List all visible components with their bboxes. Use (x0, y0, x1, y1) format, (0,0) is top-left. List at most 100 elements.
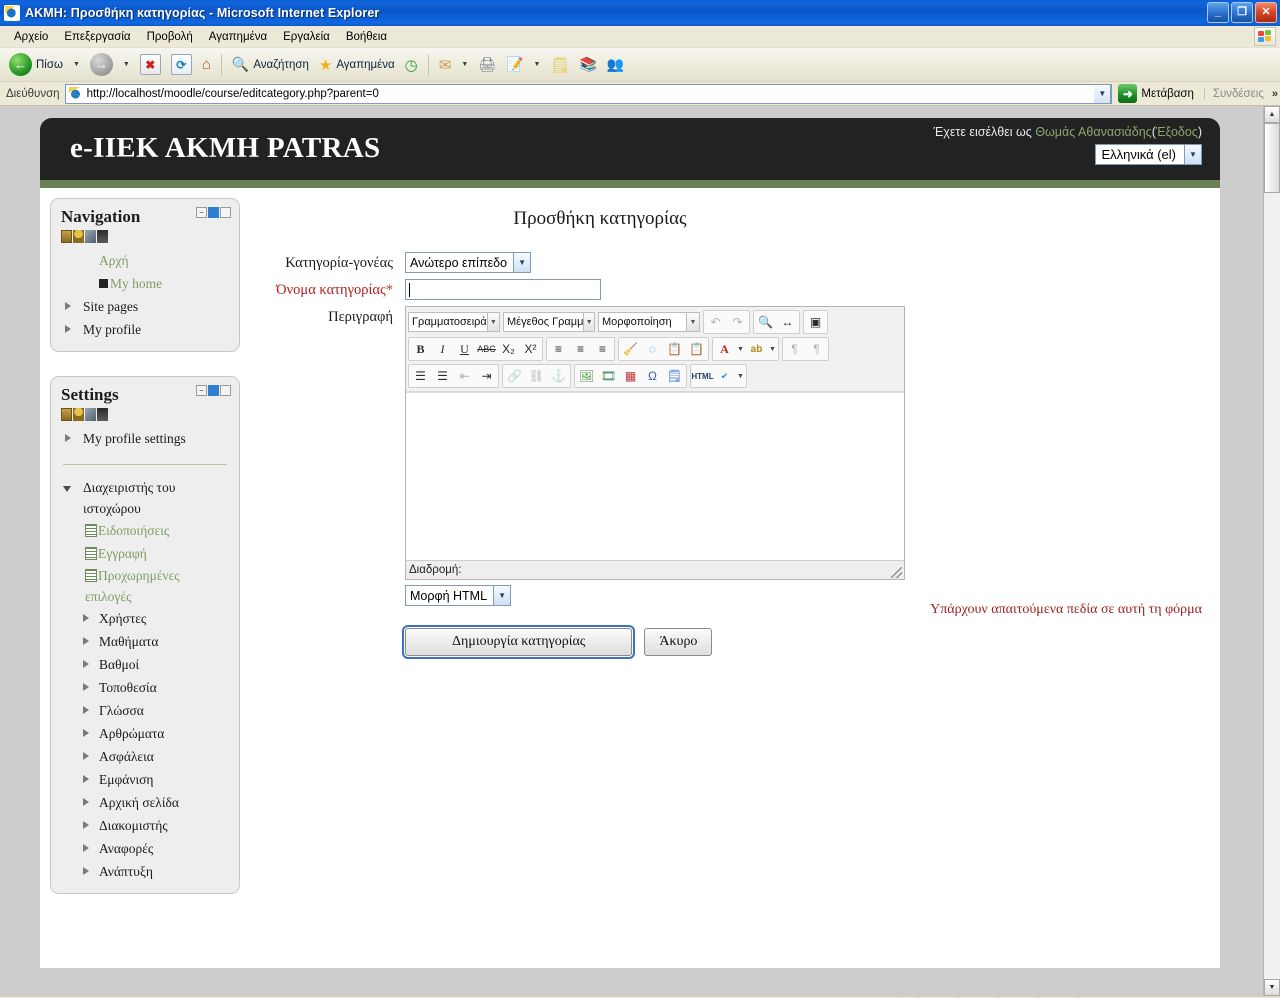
block-hide-button[interactable] (220, 207, 231, 218)
underline-icon[interactable]: U (454, 339, 475, 359)
user-profile-link[interactable]: Θωμάς Αθανασιάδης (1035, 125, 1151, 139)
replace-icon[interactable]: ↔ (777, 312, 798, 332)
sidebar-item-site-administration[interactable]: Διαχειριστής του ιστοχώρου (61, 477, 229, 519)
block-collapse-button[interactable]: − (196, 385, 207, 396)
chevron-down-icon[interactable]: ▼ (768, 346, 777, 353)
logout-link[interactable]: Έξοδος (1156, 125, 1198, 139)
bullet-list-icon[interactable]: ☰ (410, 366, 431, 386)
sidebar-item-modules[interactable]: Αρθρώματα (61, 722, 229, 745)
stop-button[interactable]: ✖ (135, 52, 166, 77)
format-block-select[interactable]: Μορφοποίηση ▼ (598, 312, 700, 332)
indent-icon[interactable]: ⇥ (476, 366, 497, 386)
insert-media-icon[interactable]: 🎞 (598, 366, 619, 386)
insert-table-icon[interactable]: ▦ (620, 366, 641, 386)
forward-dropdown[interactable]: ▼ (118, 59, 135, 70)
back-button[interactable]: ← Πίσω (4, 51, 68, 78)
resize-grip-icon[interactable] (891, 567, 902, 578)
highlight-color-icon[interactable]: ab (746, 339, 767, 359)
toolbar-overflow-button[interactable]: » (1268, 88, 1278, 100)
bold-icon[interactable]: B (410, 339, 431, 359)
sidebar-link-my-home[interactable]: My home (110, 276, 162, 291)
search-button[interactable]: 🔍 Αναζήτηση (227, 54, 314, 75)
sidebar-item-courses[interactable]: Μαθήματα (61, 630, 229, 653)
sidebar-item-location[interactable]: Τοποθεσία (61, 676, 229, 699)
minimize-button[interactable]: _ (1207, 2, 1229, 23)
sidebar-item-security[interactable]: Ασφάλεια (61, 745, 229, 768)
description-textarea[interactable] (406, 392, 904, 560)
superscript-icon[interactable]: X² (520, 339, 541, 359)
clean-html-icon[interactable]: 🧹 (620, 339, 641, 359)
insert-image-icon[interactable]: 🖼 (576, 366, 597, 386)
sidebar-item-server[interactable]: Διακομιστής (61, 814, 229, 837)
align-left-icon[interactable]: ≡ (548, 339, 569, 359)
insert-link-icon[interactable]: 🔗 (504, 366, 525, 386)
menu-item-help[interactable]: Βοήθεια (338, 29, 395, 45)
sidebar-link-notifications[interactable]: Ειδοποιήσεις (98, 523, 169, 538)
language-select[interactable]: Ελληνικά (el) ▼ (1095, 144, 1202, 165)
remove-anchor-icon[interactable]: ⚓ (548, 366, 569, 386)
mail-button[interactable]: ✉ (434, 54, 457, 76)
block-collapse-button[interactable]: − (196, 207, 207, 218)
category-name-input[interactable] (405, 279, 601, 300)
back-dropdown[interactable]: ▼ (68, 59, 85, 70)
sidebar-link-registration[interactable]: Εγγραφή (98, 546, 147, 561)
address-dropdown-button[interactable]: ▼ (1094, 83, 1112, 104)
close-button[interactable]: ✕ (1255, 2, 1277, 23)
print-button[interactable]: 🖨 (473, 54, 501, 75)
fullscreen-icon[interactable]: ▣ (805, 312, 826, 332)
scroll-up-button[interactable]: ▲ (1264, 106, 1280, 123)
menu-item-favorites[interactable]: Αγαπημένα (201, 29, 275, 45)
go-button[interactable]: ➜ (1118, 84, 1138, 103)
sidebar-item-language[interactable]: Γλώσσα (61, 699, 229, 722)
undo-icon[interactable]: ↶ (705, 312, 726, 332)
menu-item-tools[interactable]: Εργαλεία (275, 29, 338, 45)
scroll-thumb[interactable] (1264, 123, 1280, 193)
sidebar-item-reports[interactable]: Αναφορές (61, 837, 229, 860)
forward-button[interactable]: → (85, 51, 118, 78)
paste-word-icon[interactable]: 📋 (686, 339, 707, 359)
home-button[interactable]: ⌂ (197, 54, 216, 75)
sidebar-item-appearance[interactable]: Εμφάνιση (61, 768, 229, 791)
sidebar-link-advanced-features[interactable]: Προχωρημένες επιλογές (85, 568, 180, 604)
sidebar-item-my-home[interactable]: My home (61, 272, 229, 295)
outdent-icon[interactable]: ⇤ (454, 366, 475, 386)
align-right-icon[interactable]: ≡ (592, 339, 613, 359)
sidebar-item-notifications[interactable]: Ειδοποιήσεις (61, 519, 229, 542)
edit-button[interactable]: 📝 (501, 54, 528, 75)
create-category-button[interactable]: Δημιουργία κατηγορίας (401, 625, 636, 659)
scroll-track[interactable] (1264, 193, 1280, 979)
messenger-button[interactable]: 👥 (602, 54, 629, 75)
redo-icon[interactable]: ↷ (727, 312, 748, 332)
page-vertical-scrollbar[interactable]: ▲ ▼ (1263, 106, 1280, 996)
spellcheck-icon[interactable]: ✔ (714, 366, 735, 386)
block-dock-button[interactable] (208, 207, 219, 218)
remove-format-icon[interactable]: ◌ (642, 339, 663, 359)
refresh-button[interactable]: ⟳ (166, 52, 197, 77)
font-color-icon[interactable]: A (714, 339, 735, 359)
sidebar-item-my-profile[interactable]: My profile (61, 318, 229, 341)
sidebar-item-registration[interactable]: Εγγραφή (61, 542, 229, 565)
history-button[interactable]: ◷ (400, 54, 423, 76)
block-dock-button[interactable] (208, 385, 219, 396)
italic-icon[interactable]: I (432, 339, 453, 359)
menu-item-edit[interactable]: Επεξεργασία (56, 29, 138, 45)
sidebar-item-my-profile-settings[interactable]: My profile settings (61, 427, 229, 450)
paste-text-icon[interactable]: 📋 (664, 339, 685, 359)
sidebar-item-front-page[interactable]: Αρχική σελίδα (61, 791, 229, 814)
mail-dropdown[interactable]: ▼ (456, 59, 473, 70)
sidebar-item-users[interactable]: Χρήστες (61, 607, 229, 630)
font-family-select[interactable]: Γραμματοσειρά ▼ (408, 312, 500, 332)
block-hide-button[interactable] (220, 385, 231, 396)
html-source-icon[interactable]: HTML (691, 366, 713, 386)
chevron-down-icon[interactable]: ▼ (736, 373, 745, 380)
unlink-icon[interactable]: ⛓ (526, 366, 547, 386)
sidebar-item-arxi[interactable]: Αρχή (61, 249, 229, 272)
sidebar-item-development[interactable]: Ανάπτυξη (61, 860, 229, 883)
parent-category-select[interactable]: Ανώτερο επίπεδο ▼ (405, 252, 532, 273)
restore-button[interactable]: ❐ (1231, 2, 1253, 23)
address-input[interactable]: http://localhost/moodle/course/editcateg… (64, 83, 1113, 104)
menu-item-view[interactable]: Προβολή (139, 29, 201, 45)
format-select[interactable]: Μορφή HTML ▼ (405, 585, 512, 606)
notes-button[interactable]: 🗒 (545, 54, 574, 76)
align-center-icon[interactable]: ≡ (570, 339, 591, 359)
